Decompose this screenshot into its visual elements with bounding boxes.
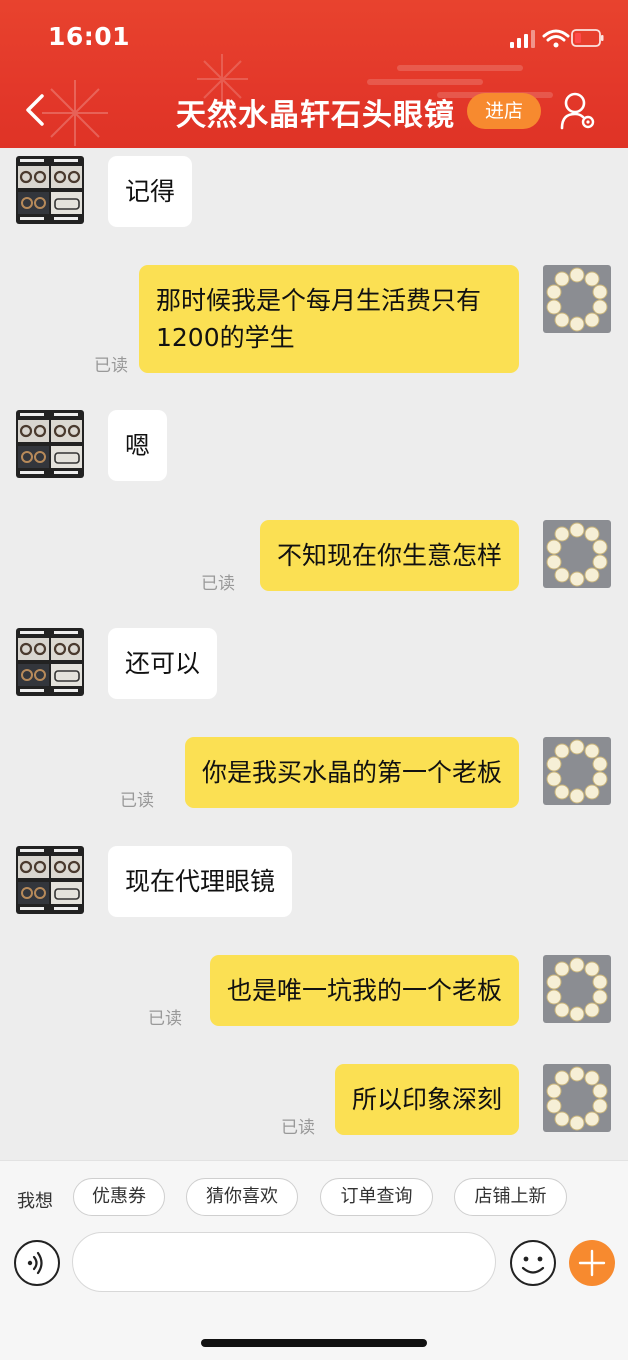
home-indicator[interactable] [201,1339,427,1347]
shop-avatar[interactable] [16,410,84,478]
battery-icon [571,29,604,47]
chip-guess-you-like[interactable]: 猜你喜欢 [186,1178,298,1216]
enter-shop-button[interactable]: 进店 [467,93,541,129]
shop-avatar[interactable] [16,156,84,224]
shop-avatar[interactable] [16,846,84,914]
plus-icon [578,1249,606,1277]
user-avatar[interactable] [543,1064,611,1132]
user-settings-icon [560,92,595,130]
voice-button[interactable] [13,1239,61,1287]
message-list[interactable]: 记得 那时候我是个每月生活费只有1200的学生 已读 嗯 不知现在你生意怎样 已… [0,148,628,1160]
back-button[interactable] [18,88,58,132]
read-receipt: 已读 [201,574,235,594]
status-time: 16:01 [48,22,131,51]
message-bubble[interactable]: 所以印象深刻 [334,1064,519,1135]
read-receipt: 已读 [94,356,128,376]
message-bubble[interactable]: 那时候我是个每月生活费只有1200的学生 [139,265,519,373]
user-avatar[interactable] [543,520,611,588]
chip-coupon[interactable]: 优惠券 [73,1178,165,1216]
user-avatar[interactable] [543,737,611,805]
signal-icon [510,30,535,48]
chat-title: 天然水晶轩石头眼镜 [176,98,455,133]
user-avatar[interactable] [543,265,611,333]
emoji-icon [510,1240,556,1286]
read-receipt: 已读 [120,791,154,811]
message-bubble[interactable]: 嗯 [108,410,168,481]
wifi-icon [542,29,570,42]
message-bubble[interactable]: 你是我买水晶的第一个老板 [184,737,519,808]
status-icons [510,26,604,52]
emoji-button[interactable] [509,1239,557,1287]
chat-header: 16:01 天然水晶轩石头眼镜 进店 [0,0,628,148]
voice-icon [14,1240,60,1286]
shop-avatar[interactable] [16,628,84,696]
read-receipt: 已读 [148,1009,182,1029]
message-bubble[interactable]: 记得 [108,156,193,227]
message-input[interactable] [72,1232,496,1292]
read-receipt: 已读 [281,1118,315,1138]
more-button[interactable] [569,1240,615,1286]
user-avatar[interactable] [543,955,611,1023]
quick-reply-label: 我想 [17,1191,53,1212]
chip-shop-new[interactable]: 店铺上新 [454,1178,567,1216]
message-bubble[interactable]: 不知现在你生意怎样 [259,520,519,591]
chip-order-query[interactable]: 订单查询 [320,1178,433,1216]
input-bar: 我想 优惠券 猜你喜欢 订单查询 店铺上新 [0,1160,628,1360]
message-bubble[interactable]: 也是唯一坑我的一个老板 [209,955,519,1026]
message-bubble[interactable]: 现在代理眼镜 [108,846,293,917]
message-bubble[interactable]: 还可以 [108,628,218,699]
chevron-left-icon [26,94,44,126]
profile-button[interactable] [558,90,598,132]
